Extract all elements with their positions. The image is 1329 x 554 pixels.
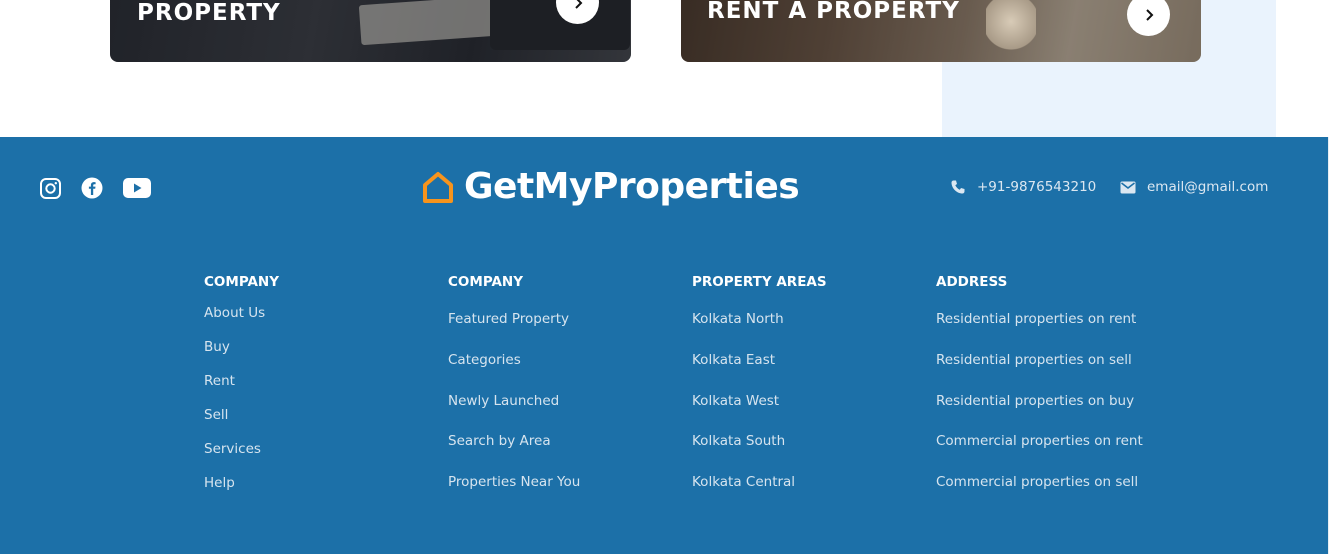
top-section: PROPERTY RENT A PROPERTY <box>0 0 1329 137</box>
youtube-link[interactable] <box>123 177 151 199</box>
footer-link-commercial-rent[interactable]: Commercial properties on rent <box>936 433 1143 449</box>
column-heading: ADDRESS <box>936 274 1008 290</box>
footer-link-kolkata-east[interactable]: Kolkata East <box>692 352 775 368</box>
rent-property-card[interactable]: RENT A PROPERTY <box>681 0 1201 62</box>
footer-link-commercial-sell[interactable]: Commercial properties on sell <box>936 474 1138 490</box>
contact-phone[interactable]: +91-9876543210 <box>950 177 1096 197</box>
footer-link-residential-sell[interactable]: Residential properties on sell <box>936 352 1132 368</box>
footer-link-rent[interactable]: Rent <box>204 373 235 389</box>
mail-icon <box>1120 181 1136 193</box>
buy-card-title: PROPERTY <box>137 0 281 26</box>
buy-card-arrow-button[interactable] <box>556 0 599 24</box>
footer-link-residential-rent[interactable]: Residential properties on rent <box>936 311 1136 327</box>
footer-link-help[interactable]: Help <box>204 475 235 491</box>
house-logo-icon <box>423 172 453 203</box>
footer-link-residential-buy[interactable]: Residential properties on buy <box>936 393 1134 409</box>
footer-link-sell[interactable]: Sell <box>204 407 228 423</box>
contact-email[interactable]: email@gmail.com <box>1120 177 1268 197</box>
phone-number: +91-9876543210 <box>977 179 1097 195</box>
footer-link-kolkata-west[interactable]: Kolkata West <box>692 393 779 409</box>
buy-property-card[interactable]: PROPERTY <box>110 0 631 62</box>
footer-link-featured-property[interactable]: Featured Property <box>448 311 569 327</box>
column-heading: COMPANY <box>448 274 523 290</box>
column-heading: COMPANY <box>204 274 279 290</box>
chevron-right-icon <box>1145 8 1153 21</box>
rent-card-title: RENT A PROPERTY <box>707 0 960 24</box>
footer-link-properties-near-you[interactable]: Properties Near You <box>448 474 580 490</box>
youtube-icon <box>123 178 151 198</box>
brand-name: GetMyProperties <box>464 166 800 207</box>
phone-icon <box>951 180 965 194</box>
footer-link-newly-launched[interactable]: Newly Launched <box>448 393 559 409</box>
column-heading: PROPERTY AREAS <box>692 274 827 290</box>
site-footer: GetMyProperties +91-9876543210 email@gma… <box>0 137 1329 554</box>
facebook-icon <box>81 177 103 199</box>
email-address: email@gmail.com <box>1147 179 1269 195</box>
instagram-icon <box>40 177 61 199</box>
footer-link-services[interactable]: Services <box>204 441 261 457</box>
facebook-link[interactable] <box>81 177 103 199</box>
footer-link-categories[interactable]: Categories <box>448 352 521 368</box>
chevron-right-icon <box>574 0 582 9</box>
instagram-link[interactable] <box>40 177 61 199</box>
footer-link-about-us[interactable]: About Us <box>204 305 265 321</box>
footer-link-kolkata-central[interactable]: Kolkata Central <box>692 474 795 490</box>
footer-link-kolkata-south[interactable]: Kolkata South <box>692 433 785 449</box>
footer-link-kolkata-north[interactable]: Kolkata North <box>692 311 784 327</box>
footer-link-buy[interactable]: Buy <box>204 339 230 355</box>
footer-link-search-by-area[interactable]: Search by Area <box>448 433 551 449</box>
brand-logo[interactable]: GetMyProperties <box>421 165 800 209</box>
